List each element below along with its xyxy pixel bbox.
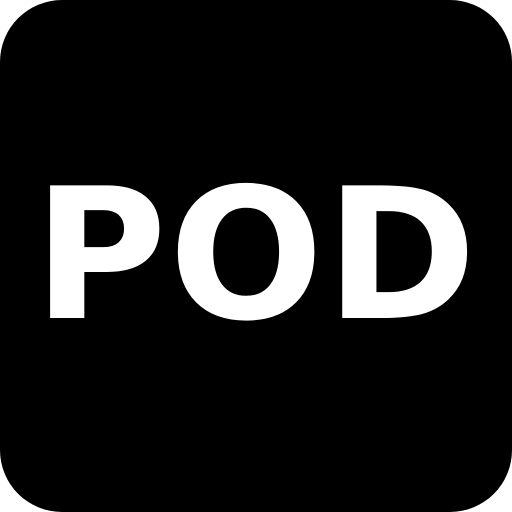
pod-app-icon[interactable]: POD bbox=[0, 0, 512, 512]
icon-label: POD bbox=[33, 149, 479, 361]
